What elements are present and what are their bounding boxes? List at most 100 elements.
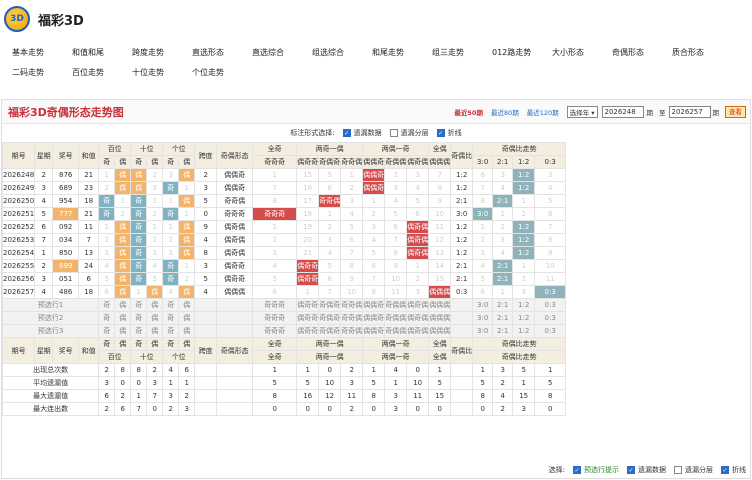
form-trend-cell: 5 xyxy=(406,194,430,208)
ratio-subheader: 2:1 xyxy=(492,155,514,169)
form-trend-cell: 5 xyxy=(318,168,342,182)
even-subheader: 偶 xyxy=(178,337,196,351)
qi-label-2: 期 xyxy=(712,108,720,117)
nav-item[interactable]: 直选综合 xyxy=(252,47,312,58)
digit-oe-cell: 4 xyxy=(98,259,116,273)
predict-row[interactable]: 预选行3 奇偶奇偶奇偶奇奇奇 偶奇奇 奇偶奇 奇奇偶 偶偶奇 奇偶偶 偶奇偶 偶偶偶 3:0 2:1… xyxy=(1,324,659,338)
issue-cell: 2026249 xyxy=(1,181,36,195)
form-trend-cell: 偶奇偶 xyxy=(406,233,430,247)
two-odd-header: 两奇一偶 xyxy=(296,337,364,351)
footer-layer-checkbox[interactable] xyxy=(674,466,682,474)
draw-row: 2026248 2 876 21 1 偶偶 2 3 偶 2 偶偶奇 1 15 5 1 偶偶奇 2 3 7 1:2 6 3 1… xyxy=(1,168,659,182)
nav-item[interactable]: 和值和尾 xyxy=(72,47,132,58)
nav-item[interactable]: 组选综合 xyxy=(312,47,372,58)
hundreds-header: 百位 xyxy=(98,350,132,364)
stat-oe: 2 xyxy=(114,389,132,403)
digit-oe-cell: 1 xyxy=(98,168,116,182)
number-cell: 051 xyxy=(52,272,80,286)
range-50-link[interactable]: 最近50期 xyxy=(454,107,483,117)
digit-oe-cell: 1 xyxy=(162,194,180,208)
form-trend-cell: 6 xyxy=(318,272,342,286)
predict-form: 奇偶奇 xyxy=(318,298,342,312)
range-80-link[interactable]: 最近80期 xyxy=(491,107,519,117)
ratio-trend-cell: 3 xyxy=(492,233,514,247)
stat-oe: 1 xyxy=(178,376,196,390)
form-trend-cell: 5 xyxy=(318,259,342,273)
digit-oe-cell: 1 xyxy=(178,207,196,221)
form-subheader: 奇偶偶 xyxy=(384,155,408,169)
from-issue-input[interactable]: 2026248 xyxy=(601,105,644,118)
trend-table: 期号 星期 奖号 和值 百位 十位 个位 跨度 奇偶形态 全奇 两奇一偶 两偶一奇 全偶 奇偶比 奇偶比走势… xyxy=(1,142,659,416)
nav-item[interactable]: 直选形态 xyxy=(192,47,252,58)
nav-item[interactable]: 百位走势 xyxy=(72,67,132,78)
chart-panel: 福彩3D奇偶形态走势图 最近50期 最近80期 最近120期 选择年 ▾ 202… xyxy=(1,99,751,479)
ratio-trend-cell: 7 xyxy=(472,181,494,195)
view-button[interactable]: 查看 xyxy=(725,105,746,118)
polyline-checkbox[interactable]: ✓ xyxy=(436,128,445,137)
nav-item[interactable]: 012路走势 xyxy=(492,47,552,58)
form-trend-cell: 8 xyxy=(428,181,452,195)
predict-hint-checkbox[interactable]: ✓ xyxy=(573,466,581,474)
missing-data-checkbox[interactable]: ✓ xyxy=(342,128,351,137)
stat-form: 0 xyxy=(318,363,342,377)
stat-ratio: 4 xyxy=(492,389,514,403)
nav-item[interactable]: 大小形态 xyxy=(552,47,612,58)
form-trend-cell: 3 xyxy=(384,181,408,195)
number-cell: 876 xyxy=(52,168,80,182)
form-trend-cell: 6 xyxy=(406,207,430,221)
number-header: 奖号 xyxy=(52,142,80,169)
year-select[interactable]: 选择年 ▾ xyxy=(566,105,598,118)
ones-header: 个位 xyxy=(162,350,196,364)
nav-item[interactable]: 基本走势 xyxy=(12,47,72,58)
ratio-trend-subheader: 奇偶比走势 xyxy=(472,350,567,364)
span-cell: 9 xyxy=(194,220,218,234)
to-issue-input[interactable]: 2026257 xyxy=(668,105,711,118)
form-trend-cell: 16 xyxy=(296,181,320,195)
issue-cell: 2026257 xyxy=(1,285,36,299)
stat-oe: 0 xyxy=(146,402,164,416)
footer-polyline-checkbox[interactable]: ✓ xyxy=(721,466,729,474)
nav-item[interactable]: 跨度走势 xyxy=(132,47,192,58)
form-trend-cell: 10 xyxy=(384,272,408,286)
form-cell: 偶奇奇 xyxy=(216,259,254,273)
issue-cell: 2026250 xyxy=(1,194,36,208)
form-trend-cell: 1 xyxy=(318,207,342,221)
digit-oe-cell: 奇 xyxy=(130,233,148,247)
nav-item[interactable]: 质合形态 xyxy=(672,47,732,58)
form-trend-cell: 11 xyxy=(384,285,408,299)
predict-ratio: 3:0 xyxy=(472,298,494,312)
stat-blank xyxy=(450,363,474,377)
form-trend-cell: 11 xyxy=(428,220,452,234)
predict-form: 偶奇偶 xyxy=(406,311,430,325)
form-trend-cell: 1 xyxy=(252,168,298,182)
issue-cell: 2026255 xyxy=(1,259,36,273)
nav-item[interactable]: 和尾走势 xyxy=(372,47,432,58)
digit-oe-cell: 偶 xyxy=(178,220,196,234)
footer-missing-checkbox[interactable]: ✓ xyxy=(627,466,635,474)
nav-item[interactable]: 个位走势 xyxy=(192,67,252,78)
digit-oe-cell: 3 xyxy=(162,246,180,260)
nav-item[interactable]: 奇偶形态 xyxy=(612,47,672,58)
stat-ratio: 2 xyxy=(492,376,514,390)
predict-even: 偶 xyxy=(114,324,132,338)
form-trend-cell: 1 xyxy=(362,194,386,208)
nav-item[interactable]: 组三走势 xyxy=(432,47,492,58)
predict-row[interactable]: 预选行1 奇偶奇偶奇偶奇奇奇 偶奇奇 奇偶奇 奇奇偶 偶偶奇 奇偶偶 偶奇偶 偶偶偶 3:0 2:1… xyxy=(1,298,659,312)
form-cell: 偶奇偶 xyxy=(216,246,254,260)
predict-label: 预选行3 xyxy=(1,324,100,338)
missing-layer-checkbox[interactable] xyxy=(389,128,398,137)
predict-even: 偶 xyxy=(178,324,196,338)
span-cell: 8 xyxy=(194,246,218,260)
predict-form: 偶奇偶 xyxy=(406,298,430,312)
predict-form: 奇奇偶 xyxy=(340,324,364,338)
range-120-link[interactable]: 最近120期 xyxy=(527,107,559,117)
predict-row[interactable]: 预选行2 奇偶奇偶奇偶奇奇奇 偶奇奇 奇偶奇 奇奇偶 偶偶奇 奇偶偶 偶奇偶 偶偶偶 3:0 2:1… xyxy=(1,311,659,325)
nav-item[interactable]: 十位走势 xyxy=(132,67,192,78)
logo-icon[interactable]: 3D xyxy=(4,6,30,32)
form-trend-cell: 3 xyxy=(252,246,298,260)
nav-item[interactable]: 二码走势 xyxy=(12,67,72,78)
ratio-trend-cell: 3 xyxy=(472,246,494,260)
stat-form: 3 xyxy=(340,376,364,390)
sum-header: 和值 xyxy=(78,142,100,169)
form-trend-cell: 2 xyxy=(406,272,430,286)
